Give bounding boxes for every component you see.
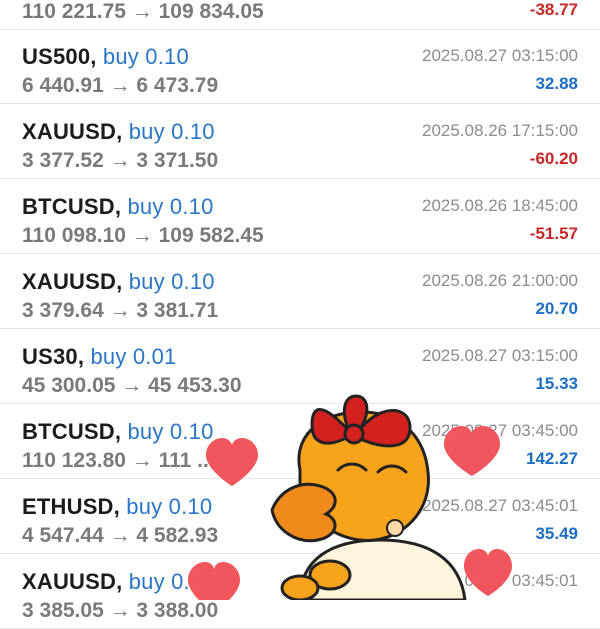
- trade-prices: 3 385.05 → 3 388.00: [22, 599, 219, 622]
- symbol-name: BTCUSD: [22, 194, 115, 219]
- trade-row[interactable]: ETHUSD, buy 0.10 4 547.44 → 4 582.93 202…: [0, 480, 600, 554]
- trade-time: 2025.08.26 17:15:00: [422, 121, 578, 140]
- trade-row[interactable]: BTCUSD, buy 0.10 110 123.80 → 111 ... 50…: [0, 405, 600, 479]
- trade-prices: 110 221.75 → 109 834.05: [22, 0, 264, 23]
- trade-prices: 45 300.05 → 45 453.30: [22, 374, 242, 397]
- trade-side: buy 0.10: [127, 419, 214, 444]
- trade-symbol: XAUUSD, buy 0.10: [22, 269, 215, 294]
- trade-prices: 3 379.64 → 3 381.71: [22, 299, 219, 322]
- trade-symbol: US500, buy 0.10: [22, 44, 189, 69]
- trade-row[interactable]: XAUUSD, buy 0.10 3 385.05 → 3 388.00 202…: [0, 555, 600, 629]
- trade-row[interactable]: XAUUSD, buy 0.10 3 377.52 → 3 371.50 202…: [0, 105, 600, 179]
- trade-row[interactable]: US500, buy 0.10 6 440.91 → 6 473.79 2025…: [0, 30, 600, 104]
- trade-time: 2025.08.26 18:45:00: [422, 196, 578, 215]
- trade-symbol: US30, buy 0.01: [22, 344, 177, 369]
- symbol-name: XAUUSD: [22, 119, 117, 144]
- trade-side: buy 0.10: [126, 494, 213, 519]
- trade-side: buy 0.10: [128, 119, 215, 144]
- trade-symbol: XAUUSD, buy 0.10: [22, 569, 215, 594]
- trade-symbol: BTCUSD, buy 0.10: [22, 419, 214, 444]
- trade-profit: -51.57: [529, 224, 578, 243]
- trade-time: 2025.08.27 03:45:01: [422, 496, 578, 515]
- trade-row[interactable]: US30, buy 0.01 45 300.05 → 45 453.30 202…: [0, 330, 600, 404]
- trade-prices: 3 377.52 → 3 371.50: [22, 149, 219, 172]
- symbol-name: US500: [22, 44, 91, 69]
- trade-prices: 4 547.44 → 4 582.93: [22, 524, 219, 547]
- trade-profit: -60.20: [529, 149, 578, 168]
- trade-time: 2025.08.27 03:45:01: [422, 571, 578, 590]
- symbol-name: XAUUSD: [22, 569, 117, 594]
- trade-time: 2025.08.27 03:15:00: [422, 46, 578, 65]
- trade-prices: 110 123.80 → 111 ... 50: [22, 449, 244, 472]
- trade-profit: -38.77: [529, 0, 578, 19]
- trade-time: 2025.08.26 21:00:00: [422, 271, 578, 290]
- symbol-name: XAUUSD: [22, 269, 117, 294]
- trade-side: buy 0.10: [127, 194, 214, 219]
- symbol-name: ETHUSD: [22, 494, 114, 519]
- trade-prices: 110 098.10 → 109 582.45: [22, 224, 264, 247]
- trade-side: buy 0.10: [128, 569, 215, 594]
- trade-symbol: ETHUSD, buy 0.10: [22, 494, 213, 519]
- trade-symbol: XAUUSD, buy 0.10: [22, 119, 215, 144]
- trade-time: 2025.08.27 03:15:00: [422, 346, 578, 365]
- trade-side: buy 0.10: [128, 269, 215, 294]
- trade-profit: 35.49: [535, 524, 578, 543]
- trade-time: 2025.08.27 03:45:00: [422, 421, 578, 440]
- trade-profit: 142.27: [526, 449, 578, 468]
- trade-profit: 32.88: [535, 74, 578, 93]
- trade-profit: 20.70: [535, 299, 578, 318]
- trade-side: buy 0.10: [102, 44, 189, 69]
- trade-row[interactable]: BTCUSD, buy 0.10 110 098.10 → 109 582.45…: [0, 180, 600, 254]
- symbol-name: BTCUSD: [22, 419, 115, 444]
- trade-row[interactable]: XAUUSD, buy 0.10 3 379.64 → 3 381.71 202…: [0, 255, 600, 329]
- trade-side: buy 0.01: [90, 344, 177, 369]
- trade-profit: 15.33: [535, 374, 578, 393]
- trade-symbol: BTCUSD, buy 0.10: [22, 194, 214, 219]
- trade-prices: 6 440.91 → 6 473.79: [22, 74, 219, 97]
- trade-row-partial[interactable]: 110 221.75 → 109 834.05 -38.77: [0, 0, 600, 30]
- symbol-name: US30: [22, 344, 78, 369]
